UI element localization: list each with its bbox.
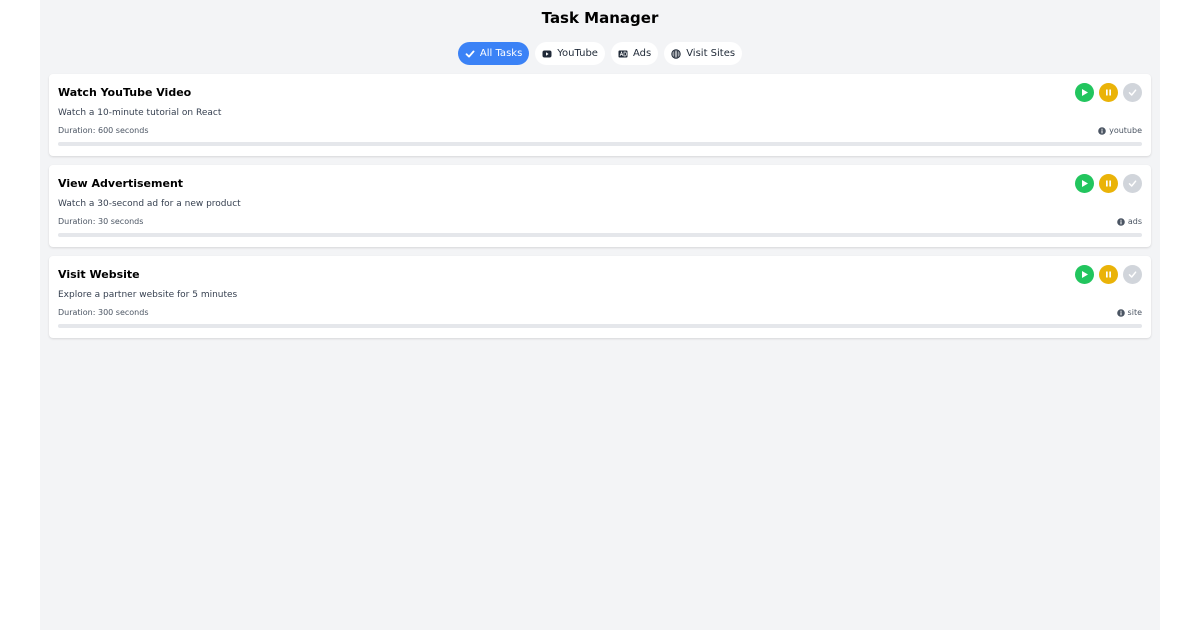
pause-icon: [1106, 271, 1111, 278]
filter-all-tasks[interactable]: All Tasks: [457, 42, 530, 65]
task-description: Explore a partner website for 5 minutes: [58, 290, 238, 300]
ad-icon: [618, 50, 628, 57]
check-icon: [1128, 180, 1137, 187]
filter-label: Ads: [632, 48, 652, 59]
task-card: Visit Website Explore a partner website …: [49, 256, 1151, 338]
filter-label: YouTube: [557, 48, 598, 59]
info-icon: [1117, 217, 1125, 226]
start-button[interactable]: [1075, 83, 1094, 102]
page-title: Task Manager: [541, 9, 659, 27]
task-source: youtube: [1098, 126, 1142, 135]
task-progress-bar: [58, 324, 1142, 328]
task-progress-bar: [58, 142, 1142, 146]
task-source: site: [1116, 308, 1142, 317]
complete-button[interactable]: [1123, 83, 1142, 102]
play-icon: [1082, 271, 1088, 278]
complete-button[interactable]: [1123, 265, 1142, 284]
task-duration: Duration: 600 seconds: [58, 126, 149, 135]
task-description: Watch a 30-second ad for a new product: [58, 199, 241, 209]
check-icon: [1128, 89, 1137, 96]
filter-visit-sites[interactable]: Visit Sites: [664, 42, 743, 65]
filter-label: Visit Sites: [686, 48, 736, 59]
start-button[interactable]: [1075, 265, 1094, 284]
task-card: Watch YouTube Video Watch a 10-minute tu…: [49, 74, 1151, 156]
task-source: ads: [1117, 217, 1142, 226]
task-progress-bar: [58, 233, 1142, 237]
task-duration: Duration: 300 seconds: [58, 308, 149, 317]
filter-youtube[interactable]: YouTube: [535, 42, 605, 65]
task-source-label: ads: [1127, 217, 1142, 226]
task-description: Watch a 10-minute tutorial on React: [58, 108, 222, 118]
task-source-label: site: [1127, 308, 1142, 317]
start-button[interactable]: [1075, 174, 1094, 193]
check-icon: [465, 50, 475, 57]
filter-label: All Tasks: [479, 48, 523, 59]
task-source-label: youtube: [1109, 126, 1142, 135]
globe-icon: [671, 48, 681, 59]
pause-button[interactable]: [1099, 265, 1118, 284]
task-actions: [1075, 83, 1142, 102]
info-icon: [1098, 126, 1106, 135]
task-card: View Advertisement Watch a 30-second ad …: [49, 165, 1151, 247]
complete-button[interactable]: [1123, 174, 1142, 193]
task-title: View Advertisement: [58, 177, 184, 190]
filter-ads[interactable]: Ads: [610, 42, 659, 65]
play-icon: [1082, 89, 1088, 96]
youtube-icon: [542, 50, 552, 57]
play-icon: [1082, 180, 1088, 187]
task-actions: [1075, 174, 1142, 193]
task-duration: Duration: 30 seconds: [58, 217, 144, 226]
check-icon: [1128, 271, 1137, 278]
app-container: Task Manager All Tasks YouTube Ads Visit…: [40, 0, 1160, 630]
info-icon: [1116, 308, 1125, 317]
task-actions: [1075, 265, 1142, 284]
pause-icon: [1106, 180, 1111, 187]
pause-icon: [1106, 89, 1111, 96]
task-title: Visit Website: [58, 268, 140, 281]
task-title: Watch YouTube Video: [58, 86, 192, 99]
pause-button[interactable]: [1099, 174, 1118, 193]
filter-bar: All Tasks YouTube Ads Visit Sites: [49, 42, 1151, 66]
pause-button[interactable]: [1099, 83, 1118, 102]
